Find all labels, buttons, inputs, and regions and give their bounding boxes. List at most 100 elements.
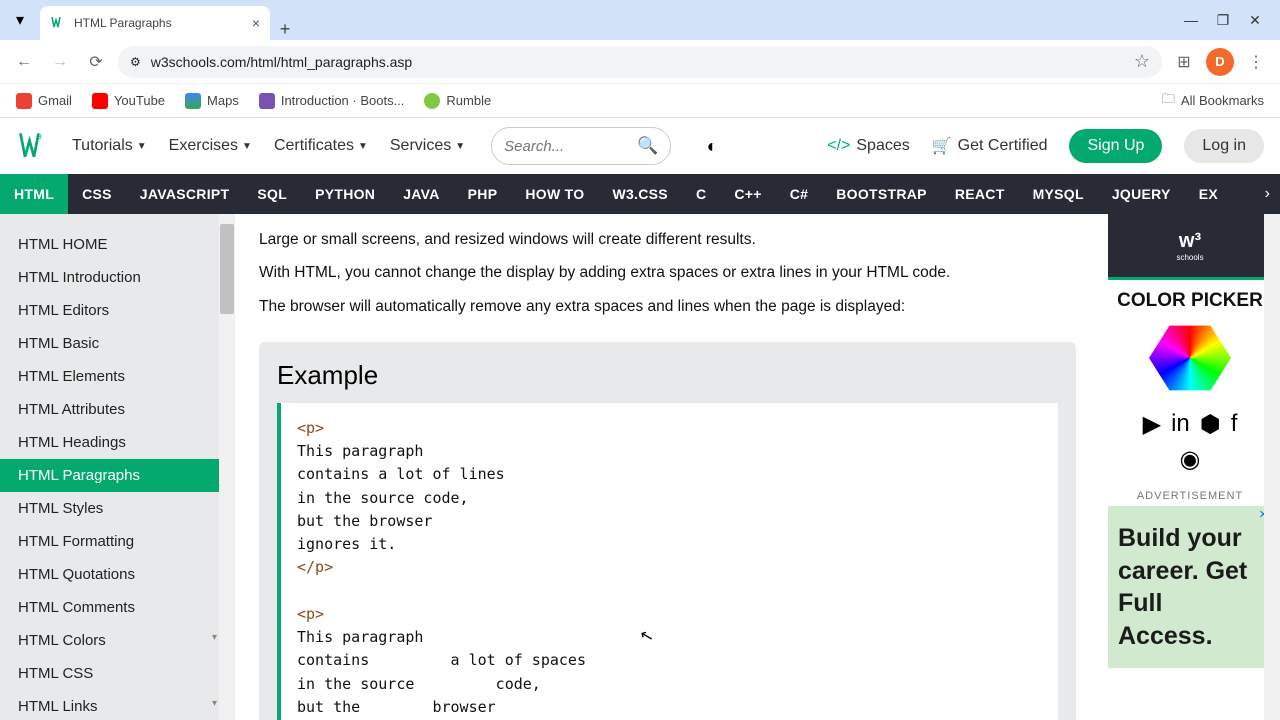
code-icon: </> (827, 137, 850, 155)
forward-button[interactable]: → (46, 48, 74, 76)
caret-down-icon: ▼ (137, 141, 147, 152)
lang-tab-java[interactable]: JAVA (389, 174, 453, 214)
lang-tab-html[interactable]: HTML (0, 174, 68, 214)
lang-scroll-right-icon[interactable]: › (1255, 185, 1280, 203)
lang-tab-python[interactable]: PYTHON (301, 174, 389, 214)
w3schools-logo[interactable]: 3 (16, 128, 52, 164)
tab-dropdown[interactable]: ▾ (0, 0, 40, 40)
kebab-menu-icon[interactable]: ⋮ (1242, 48, 1270, 76)
facebook-icon[interactable]: f (1231, 410, 1238, 439)
linkedin-icon[interactable]: in (1171, 410, 1190, 439)
lang-tab-php[interactable]: PHP (454, 174, 512, 214)
scrollbar-thumb[interactable] (220, 224, 234, 314)
lang-tab-react[interactable]: REACT (941, 174, 1019, 214)
browser-tab[interactable]: HTML Paragraphs × (40, 6, 270, 40)
example-heading: Example (277, 360, 1058, 391)
bookmarks-bar: Gmail YouTube Maps Introduction · Boots.… (0, 84, 1280, 118)
search-input[interactable] (504, 138, 627, 155)
color-picker-heading: COLOR PICKER (1108, 290, 1272, 312)
bookmark-star-icon[interactable]: ☆ (1134, 51, 1150, 72)
bookmark-gmail[interactable]: Gmail (16, 93, 72, 109)
ad-career-box[interactable]: ✕ Build your career. Get Full Access. (1108, 506, 1272, 668)
search-box[interactable]: 🔍 (491, 127, 671, 165)
dark-mode-toggle[interactable]: ◐ (699, 133, 725, 159)
cart-icon: 🛒 (932, 136, 952, 156)
all-bookmarks[interactable]: 🗀All Bookmarks (1162, 90, 1264, 112)
search-icon[interactable]: 🔍 (637, 136, 658, 156)
new-tab-button[interactable]: + (270, 19, 300, 40)
sidebar-item-html-elements[interactable]: HTML Elements (0, 360, 235, 393)
caret-down-icon: ▼ (358, 141, 368, 152)
instagram-icon[interactable]: ◉ (1180, 446, 1201, 473)
lang-tab-css[interactable]: CSS (68, 174, 126, 214)
get-certified-link[interactable]: 🛒Get Certified (932, 136, 1048, 156)
example-box: Example <p> This paragraph contains a lo… (259, 342, 1076, 720)
minimize-icon[interactable]: — (1184, 12, 1198, 28)
lang-tab-w3css[interactable]: W3.CSS (598, 174, 681, 214)
spaces-link[interactable]: </>Spaces (827, 137, 910, 155)
sidebar-item-html-css[interactable]: HTML CSS (0, 657, 235, 690)
lang-tab-ex[interactable]: EX (1185, 174, 1232, 214)
discord-icon[interactable]: ⬢ (1200, 410, 1221, 439)
menu-services[interactable]: Services▼ (390, 137, 465, 155)
ad-w3-box[interactable]: w³schools (1108, 214, 1272, 280)
bookmark-bootstrap[interactable]: Introduction · Boots... (259, 93, 405, 109)
reload-button[interactable]: ⟳ (82, 48, 110, 76)
advertisement-label: ADVERTISEMENT (1108, 490, 1272, 502)
gmail-icon (16, 93, 32, 109)
youtube-icon[interactable]: ▶ (1143, 410, 1161, 439)
bookmark-youtube[interactable]: YouTube (92, 93, 165, 109)
lang-tab-bootstrap[interactable]: BOOTSTRAP (822, 174, 941, 214)
lang-tab-sql[interactable]: SQL (243, 174, 301, 214)
ad-text: Build your career. Get Full Access. (1118, 522, 1262, 652)
lang-tab-howto[interactable]: HOW TO (511, 174, 598, 214)
sidebar-item-html-formatting[interactable]: HTML Formatting (0, 525, 235, 558)
lang-tab-mysql[interactable]: MYSQL (1019, 174, 1098, 214)
sidebar-item-html-editors[interactable]: HTML Editors (0, 294, 235, 327)
close-window-icon[interactable]: ✕ (1248, 12, 1262, 29)
sidebar-item-html-attributes[interactable]: HTML Attributes (0, 393, 235, 426)
sidebar-item-html-comments[interactable]: HTML Comments (0, 591, 235, 624)
menu-exercises[interactable]: Exercises▼ (169, 137, 252, 155)
bookmark-maps[interactable]: Maps (185, 93, 239, 109)
close-icon[interactable]: × (252, 15, 260, 31)
extensions-icon[interactable]: ⊞ (1170, 48, 1198, 76)
folder-icon: 🗀 (1162, 90, 1175, 112)
menu-certificates[interactable]: Certificates▼ (274, 137, 368, 155)
sidebar-item-html-quotations[interactable]: HTML Quotations (0, 558, 235, 591)
page-scrollbar[interactable] (1264, 214, 1280, 720)
bookmark-rumble[interactable]: Rumble (424, 93, 491, 109)
back-button[interactable]: ← (10, 48, 38, 76)
sidebar-item-html-headings[interactable]: HTML Headings (0, 426, 235, 459)
site-tune-icon[interactable]: ⚙ (130, 55, 141, 69)
address-bar: ← → ⟳ ⚙ w3schools.com/html/html_paragrap… (0, 40, 1280, 84)
lang-tab-javascript[interactable]: JAVASCRIPT (126, 174, 244, 214)
sidebar-item-html-introduction[interactable]: HTML Introduction (0, 261, 235, 294)
menu-tutorials[interactable]: Tutorials▼ (72, 137, 147, 155)
profile-avatar[interactable]: D (1206, 48, 1234, 76)
sidebar-item-html-home[interactable]: HTML HOME (0, 228, 235, 261)
lang-tab-jquery[interactable]: JQUERY (1098, 174, 1185, 214)
lang-tab-c[interactable]: C (682, 174, 720, 214)
maximize-icon[interactable]: ❐ (1216, 12, 1230, 29)
sidebar-item-html-styles[interactable]: HTML Styles (0, 492, 235, 525)
sidebar-item-html-links[interactable]: HTML Links▾ (0, 690, 235, 720)
url-box[interactable]: ⚙ w3schools.com/html/html_paragraphs.asp… (118, 46, 1162, 78)
signup-button[interactable]: Sign Up (1069, 129, 1162, 163)
login-button[interactable]: Log in (1184, 129, 1264, 163)
youtube-icon (92, 93, 108, 109)
sidebar-item-html-basic[interactable]: HTML Basic (0, 327, 235, 360)
lang-tab-c[interactable]: C# (776, 174, 823, 214)
caret-down-icon: ▼ (455, 141, 465, 152)
code-block: <p> This paragraph contains a lot of lin… (277, 403, 1058, 720)
svg-text:3: 3 (38, 132, 42, 141)
main-content: Large or small screens, and resized wind… (235, 214, 1100, 720)
browser-titlebar: ▾ HTML Paragraphs × + — ❐ ✕ (0, 0, 1280, 40)
lang-tab-c[interactable]: C++ (720, 174, 775, 214)
chevron-down-icon: ▾ (212, 632, 217, 643)
sidebar-item-html-paragraphs[interactable]: HTML Paragraphs (0, 459, 235, 492)
caret-down-icon: ▼ (242, 141, 252, 152)
sidebar-scrollbar[interactable] (219, 214, 235, 720)
sidebar-item-html-colors[interactable]: HTML Colors▾ (0, 624, 235, 657)
color-wheel-icon[interactable] (1149, 322, 1231, 394)
